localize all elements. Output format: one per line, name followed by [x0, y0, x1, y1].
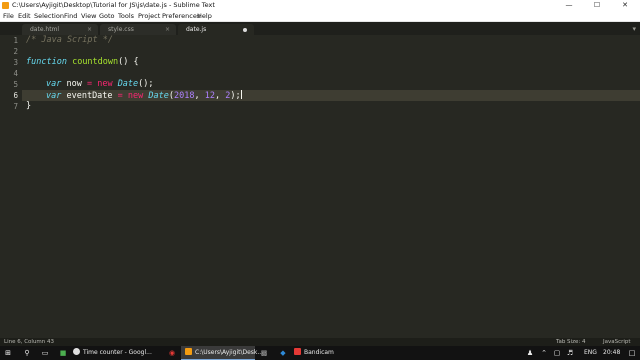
code-punctuation: , — [214, 91, 226, 101]
chevron-up-icon[interactable]: ⌃ — [540, 349, 548, 357]
code-line-7[interactable]: } — [26, 101, 31, 112]
vscode-icon[interactable]: ◆ — [279, 349, 287, 357]
syntax-indicator[interactable]: JavaScript — [603, 338, 631, 346]
tab-style-css[interactable]: style.css × — [100, 24, 176, 35]
line-number: 1 — [13, 36, 18, 45]
menu-project[interactable]: Project — [138, 11, 160, 21]
search-icon[interactable]: ⚲ — [23, 349, 31, 357]
code-number: 2018 — [174, 91, 195, 101]
tab-close-icon[interactable]: × — [165, 24, 170, 35]
menu-view[interactable]: View — [81, 11, 96, 21]
windows-start-icon[interactable]: ⊞ — [4, 349, 12, 357]
code-keyword: function — [26, 57, 67, 67]
tab-bar: date.html × style.css × date.js ▾ — [0, 22, 640, 35]
notifications-icon[interactable]: □ — [628, 349, 636, 357]
tab-size-indicator[interactable]: Tab Size: 4 — [556, 338, 585, 346]
menu-selection[interactable]: Selection — [34, 11, 64, 21]
tab-close-icon[interactable]: × — [87, 24, 92, 35]
code-identifier: now — [61, 79, 87, 89]
cursor-position: Line 6, Column 43 — [4, 339, 55, 345]
menu-help[interactable]: Help — [197, 11, 212, 21]
code-function-name: countdown — [72, 57, 119, 67]
code-punctuation: () { — [118, 57, 139, 67]
taskbar-item-label: Time counter - Googl... — [83, 349, 152, 356]
code-line-1[interactable]: /* Java Script */ — [26, 35, 113, 46]
code-line-6[interactable]: var eventDate = new Date(2018, 12, 2); — [46, 90, 242, 102]
close-icon[interactable]: ✕ — [612, 0, 638, 11]
code-keyword-new: new — [127, 91, 144, 101]
tab-list-dropdown-icon[interactable]: ▾ — [632, 24, 636, 35]
menu-find[interactable]: Find — [64, 11, 77, 21]
tab-label: date.html — [30, 26, 60, 33]
line-number: 7 — [13, 102, 18, 111]
task-view-icon[interactable]: ▭ — [41, 349, 49, 357]
unsaved-dot-icon[interactable] — [243, 28, 247, 32]
minimize-icon[interactable]: — — [556, 0, 582, 11]
tab-label: style.css — [108, 26, 134, 33]
clock[interactable]: 20:48 — [603, 346, 620, 360]
status-bar: Line 6, Column 43 Tab Size: 4 JavaScript — [0, 338, 640, 346]
code-punctuation: , — [194, 91, 205, 101]
tab-date-html[interactable]: date.html × — [22, 24, 98, 35]
bandicam-icon — [294, 348, 301, 355]
chrome-icon — [73, 348, 80, 355]
app-icon[interactable]: ▩ — [260, 349, 268, 357]
tab-label: date.js — [186, 26, 207, 33]
code-operator: = — [86, 79, 93, 89]
menu-file[interactable]: File — [3, 11, 14, 21]
code-line-5[interactable]: var now = new Date(); — [46, 79, 154, 90]
line-number: 4 — [13, 69, 18, 78]
sublime-app-icon — [2, 2, 9, 9]
record-icon[interactable]: ◉ — [168, 349, 176, 357]
code-keyword-new: new — [97, 79, 113, 89]
taskbar-bandicam-item[interactable]: Bandicam — [294, 346, 354, 360]
window-title: C:\Users\Ayjigit\Desktop\Tutorial for JS… — [12, 1, 215, 9]
code-identifier: eventDate — [61, 91, 118, 101]
code-keyword: var — [46, 79, 62, 89]
menu-edit[interactable]: Edit — [18, 11, 31, 21]
taskbar-item-label: C:\Users\Ayjigit\Desk... — [195, 349, 264, 356]
line-number-gutter: 1 2 3 4 5 6 7 — [0, 35, 22, 338]
taskbar-chrome-item[interactable]: Time counter - Googl... — [73, 346, 168, 360]
code-editor[interactable]: 1 2 3 4 5 6 7 /* Java Script */ function… — [0, 35, 640, 338]
code-punctuation: ); — [230, 91, 241, 101]
code-type: Date — [117, 79, 139, 89]
line-number: 2 — [13, 47, 18, 56]
code-operator: = — [117, 91, 123, 101]
title-bar: C:\Users\Ayjigit\Desktop\Tutorial for JS… — [0, 0, 640, 11]
language-indicator[interactable]: ENG — [584, 346, 597, 360]
code-punctuation: } — [26, 101, 32, 111]
menu-goto[interactable]: Goto — [99, 11, 115, 21]
code-type: Date — [148, 91, 169, 101]
volume-icon[interactable]: ♬ — [566, 349, 574, 357]
sublime-icon — [185, 348, 192, 355]
line-number-current: 6 — [13, 91, 18, 100]
menu-bar: File Edit Selection Find View Goto Tools… — [0, 11, 640, 22]
code-keyword: var — [46, 91, 62, 101]
line-number: 3 — [13, 58, 18, 67]
people-icon[interactable]: ♟ — [526, 349, 534, 357]
tab-date-js[interactable]: date.js — [178, 24, 254, 35]
taskbar-sublime-item[interactable]: C:\Users\Ayjigit\Desk... — [181, 346, 263, 360]
code-line-3[interactable]: function countdown() { — [26, 57, 139, 68]
code-number: 12 — [204, 91, 215, 101]
taskbar: ⊞ ⚲ ▭ ■ Time counter - Googl... ◉ C:\Use… — [0, 346, 640, 360]
network-icon[interactable]: ▢ — [553, 349, 561, 357]
text-caret — [240, 90, 242, 99]
menu-tools[interactable]: Tools — [118, 11, 134, 21]
line-number: 5 — [13, 80, 18, 89]
menu-preferences[interactable]: Preferences — [162, 11, 200, 21]
maximize-icon[interactable]: ☐ — [584, 0, 610, 11]
file-explorer-icon[interactable]: ■ — [59, 349, 67, 357]
code-punctuation: (); — [138, 79, 154, 89]
code-comment: /* Java Script */ — [26, 35, 113, 45]
taskbar-item-label: Bandicam — [304, 349, 334, 356]
